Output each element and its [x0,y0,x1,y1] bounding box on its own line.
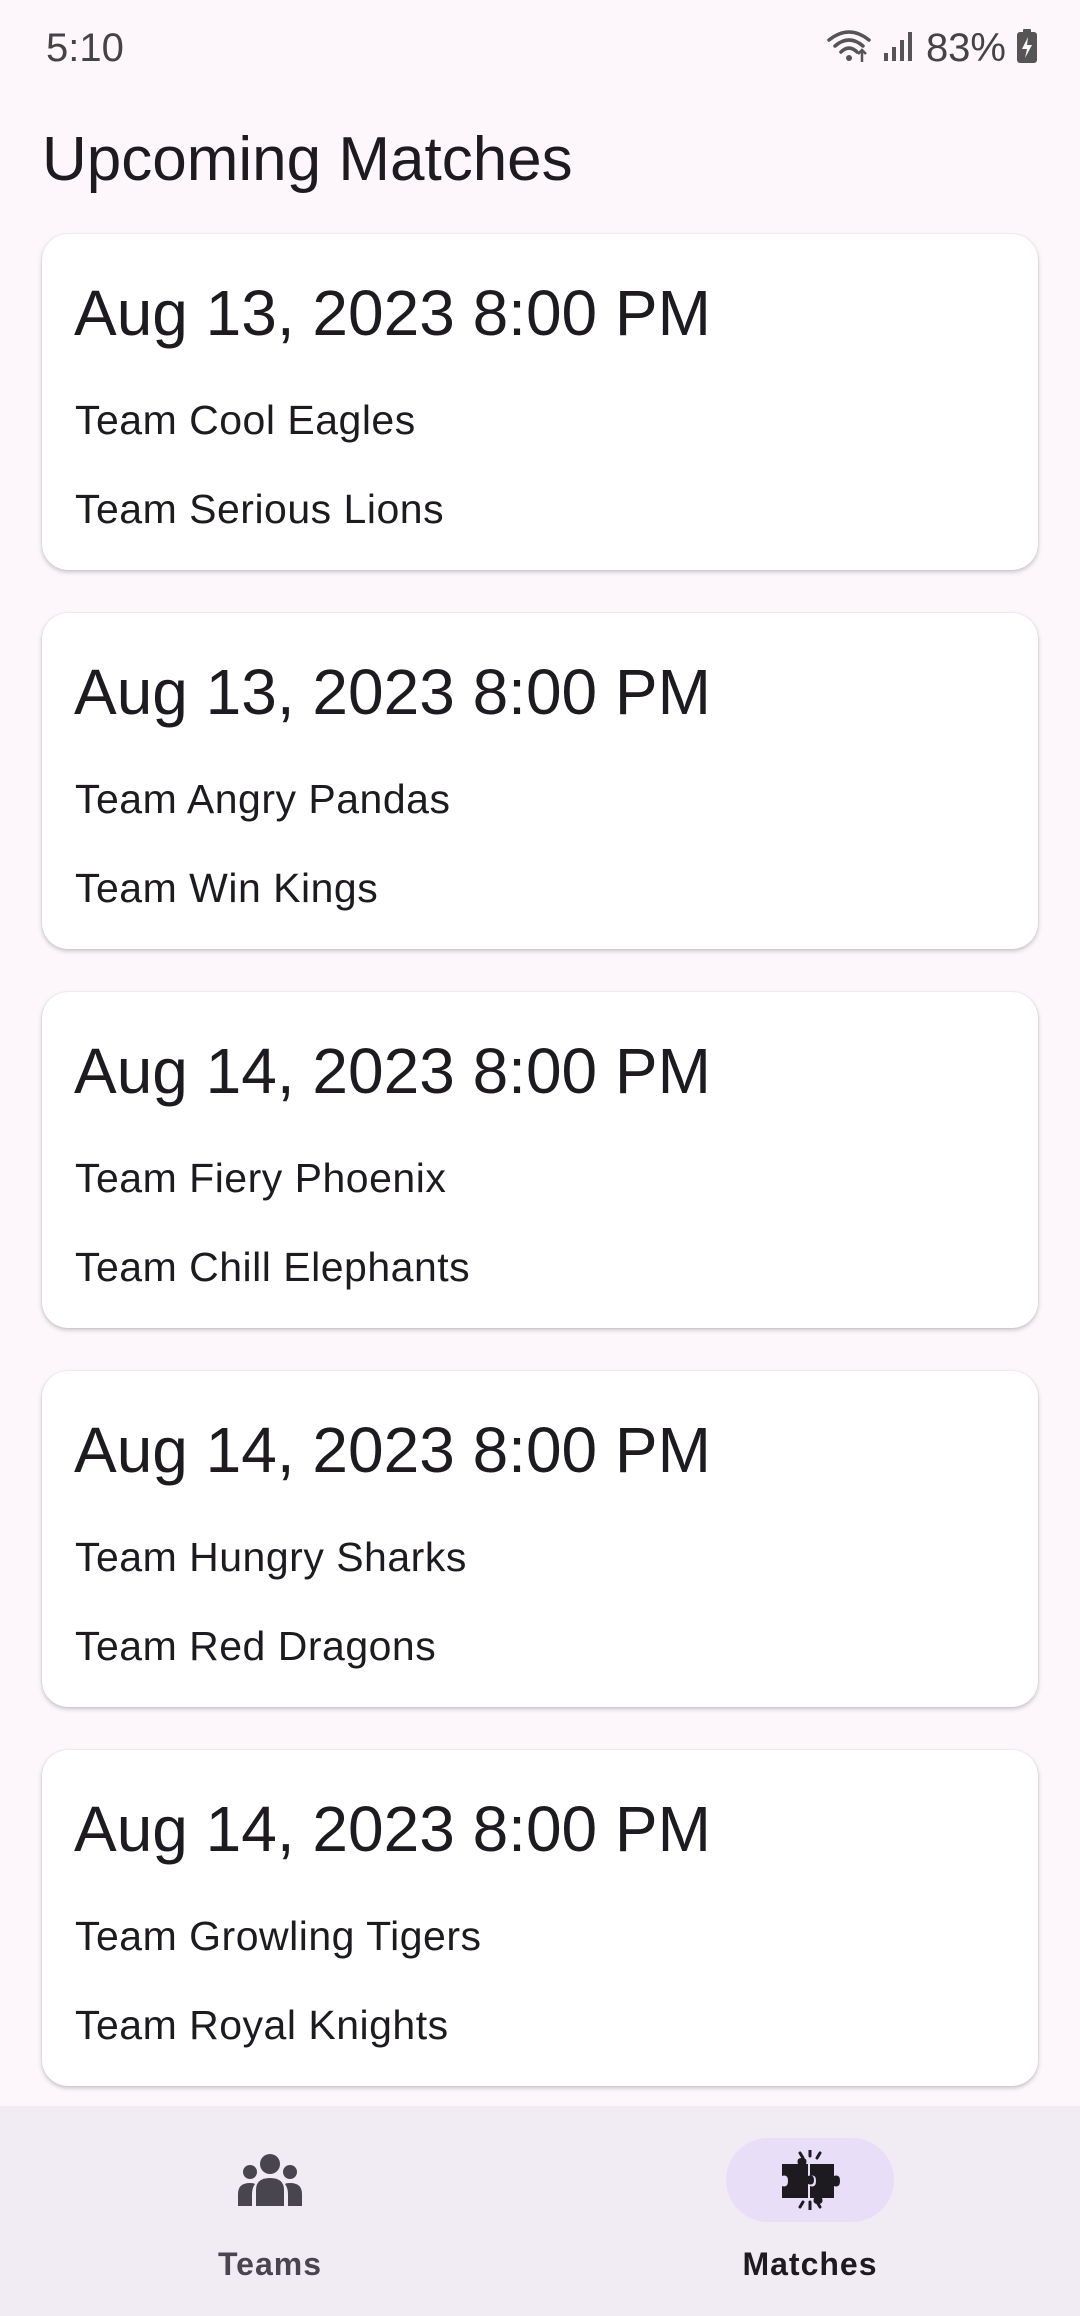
status-bar: 5:10 83% [0,0,1080,96]
match-datetime: Aug 14, 2023 8:00 PM [74,1035,711,1107]
match-team-away: Team Serious Lions [75,486,445,532]
status-time: 5:10 [46,26,124,70]
match-team-home: Team Angry Pandas [75,776,451,822]
bottom-navigation: Teams Matches [0,2106,1080,2316]
nav-label-matches: Matches [742,2246,878,2282]
nav-label-teams: Teams [217,2246,322,2282]
match-card[interactable]: Aug 14, 2023 8:00 PM Team Hungry Sharks … [42,1371,1038,1707]
wifi-icon [826,28,872,69]
match-team-home: Team Cool Eagles [75,397,416,443]
match-team-away: Team Win Kings [75,865,379,911]
match-datetime: Aug 14, 2023 8:00 PM [74,1414,711,1486]
screen: 5:10 83% Upcoming Matches Aug 13, 2023 8… [0,0,1080,2316]
battery-percent: 83% [925,25,1006,70]
battery-charging-icon [1016,28,1038,69]
signal-icon [882,29,916,68]
match-card[interactable]: Aug 14, 2023 8:00 PM Team Growling Tiger… [42,1750,1038,2086]
match-card[interactable]: Aug 13, 2023 8:00 PM Team Cool Eagles Te… [42,234,1038,570]
status-icons: 83% [826,24,1038,72]
match-team-away: Team Royal Knights [75,2002,449,2048]
match-team-away: Team Red Dragons [75,1623,437,1669]
match-team-away: Team Chill Elephants [75,1244,471,1290]
groups-icon [238,2150,302,2210]
match-datetime: Aug 13, 2023 8:00 PM [74,656,711,728]
match-team-home: Team Fiery Phoenix [75,1155,447,1201]
match-card[interactable]: Aug 14, 2023 8:00 PM Team Fiery Phoenix … [42,992,1038,1328]
match-team-home: Team Hungry Sharks [75,1534,467,1580]
match-datetime: Aug 13, 2023 8:00 PM [74,277,711,349]
matches-icon [778,2148,842,2212]
page-title: Upcoming Matches [42,125,573,194]
match-datetime: Aug 14, 2023 8:00 PM [74,1793,711,1865]
nav-item-teams[interactable]: Teams [0,2106,540,2316]
match-list[interactable]: Aug 13, 2023 8:00 PM Team Cool Eagles Te… [42,234,1038,2129]
match-card[interactable]: Aug 13, 2023 8:00 PM Team Angry Pandas T… [42,613,1038,949]
match-team-home: Team Growling Tigers [75,1913,482,1959]
nav-item-matches[interactable]: Matches [540,2106,1080,2316]
